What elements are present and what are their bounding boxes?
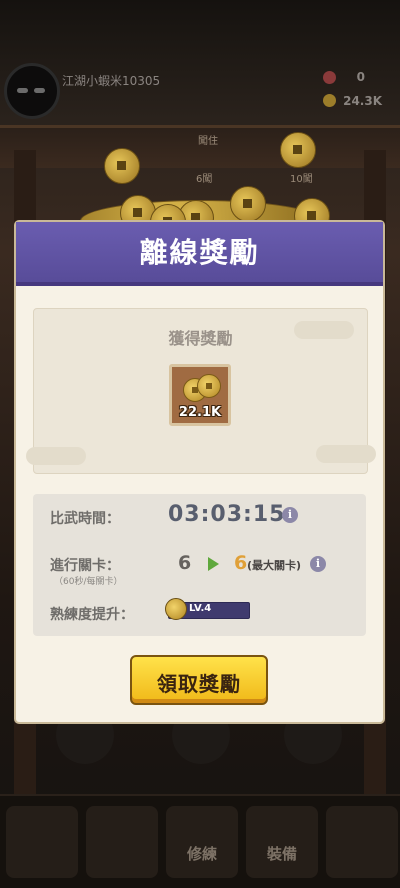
info-icon[interactable]: i [310, 556, 326, 572]
nav-tab-locked[interactable] [6, 806, 78, 878]
reward-panel: 獲得獎勵 22.1K [26, 308, 376, 474]
player-avatar[interactable] [4, 63, 60, 119]
nav-tab-label: 修練 [186, 845, 217, 863]
proficiency-coin-icon [165, 598, 187, 620]
coin-icon [230, 186, 266, 222]
modal-title: 離線獎勵 [139, 236, 260, 269]
nav-tab-locked[interactable] [86, 806, 158, 878]
bottom-nav: 修練 裝備 [0, 794, 400, 888]
coin-icon [323, 94, 336, 107]
stage-tag: 6闖 [196, 174, 213, 185]
max-level: 6 [234, 552, 248, 574]
proficiency-label: 熟練度提升： [50, 607, 134, 623]
cloud-decoration [316, 445, 376, 463]
claim-reward-button[interactable]: 領取獎勵 [130, 655, 268, 705]
gem-icon [323, 71, 336, 84]
coin-icon [104, 148, 140, 184]
stage-tag: 10闖 [290, 174, 313, 185]
nav-tab-label: 裝備 [266, 845, 297, 863]
avatar-eye [34, 88, 45, 93]
gold-coins-icon [181, 372, 221, 402]
cloud-decoration [26, 447, 86, 465]
info-icon[interactable]: i [282, 507, 298, 523]
gem-count: 0 [356, 70, 365, 84]
reward-item[interactable]: 22.1K [169, 364, 231, 426]
offline-reward-modal: 離線獎勵 獲得獎勵 22.1K 比武時間： 03:03:15 i 進行關卡： （… [16, 222, 383, 722]
coin-icon [280, 132, 316, 168]
modal-header: 離線獎勵 [16, 222, 383, 286]
reward-section-title: 獲得獎勵 [168, 329, 233, 348]
claim-reward-label: 領取獎勵 [157, 672, 241, 696]
nav-tab-training[interactable]: 修練 [166, 806, 238, 878]
progress-sub-label: （60秒/每關卡） [54, 577, 123, 587]
reward-item-count: 22.1K [178, 405, 222, 420]
nav-tab-locked[interactable] [326, 806, 398, 878]
stage-tag: 闖住 [198, 136, 218, 147]
avatar-eye [17, 88, 28, 93]
arrow-right-icon [208, 557, 219, 571]
nav-tab-equipment[interactable]: 裝備 [246, 806, 318, 878]
coin-count: 24.3K [343, 94, 382, 108]
progress-label: 進行關卡： [50, 558, 120, 574]
battle-time-value: 03:03:15 [168, 502, 286, 527]
player-name: 江湖小蝦米10305 [62, 74, 161, 88]
max-level-label: (最大關卡) [247, 559, 302, 572]
coin-icon [197, 374, 221, 398]
current-level: 6 [178, 552, 192, 574]
battle-time-label: 比武時間： [50, 511, 120, 527]
proficiency-level: LV.4 [189, 603, 212, 614]
